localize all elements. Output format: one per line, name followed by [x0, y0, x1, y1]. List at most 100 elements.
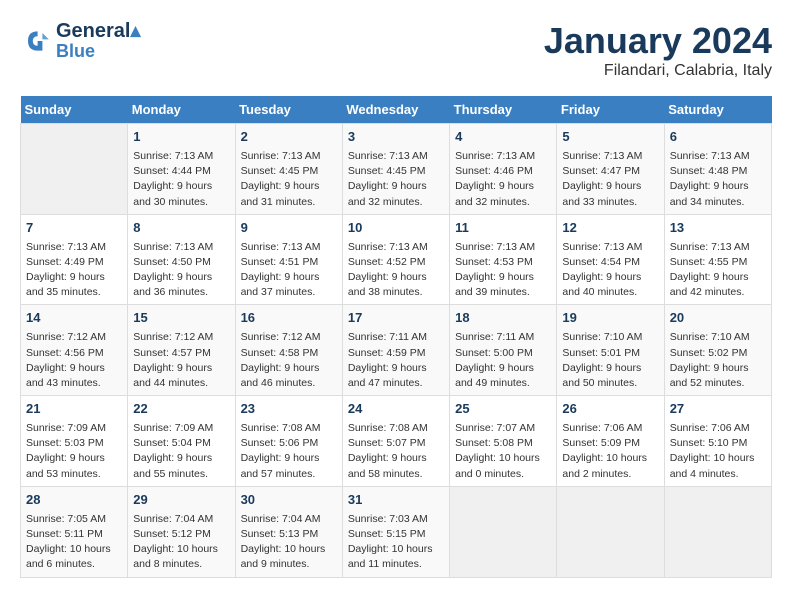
day-info: Sunrise: 7:13 AM Sunset: 4:50 PM Dayligh… [133, 240, 229, 301]
calendar-cell: 19Sunrise: 7:10 AM Sunset: 5:01 PM Dayli… [557, 305, 664, 396]
page-header: General▴ Blue January 2024 Filandari, Ca… [20, 20, 772, 80]
calendar-cell: 2 Sunrise: 7:13 AM Sunset: 4:45 PM Daylig… [235, 124, 342, 215]
calendar-cell: 31 Sunrise: 7:03 AM Sunset: 5:15 PM Dayli… [342, 486, 449, 577]
day-info: Sunrise: 7:13 AM Sunset: 4:45 PM Dayligh… [348, 149, 444, 210]
calendar-cell: 29 Sunrise: 7:04 AM Sunset: 5:12 PM Dayli… [128, 486, 235, 577]
calendar-cell: 23 Sunrise: 7:08 AM Sunset: 5:06 PM Dayli… [235, 396, 342, 487]
weekday-header-tuesday: Tuesday [235, 96, 342, 124]
day-info: Sunrise: 7:10 AM Sunset: 5:02 PM Dayligh… [670, 330, 766, 391]
day-info: Sunrise: 7:08 AM Sunset: 5:06 PM Dayligh… [241, 421, 337, 482]
day-info: Sunrise: 7:11 AM Sunset: 4:59 PM Dayligh… [348, 330, 444, 391]
day-number: 25 [455, 400, 551, 419]
calendar-cell: 10 Sunrise: 7:13 AM Sunset: 4:52 PM Dayli… [342, 214, 449, 305]
day-info: Sunrise: 7:12 AM Sunset: 4:57 PM Dayligh… [133, 330, 229, 391]
calendar-cell: 27 Sunrise: 7:06 AM Sunset: 5:10 PM Dayli… [664, 396, 771, 487]
day-number: 14 [26, 309, 122, 328]
calendar-cell: 17Sunrise: 7:11 AM Sunset: 4:59 PM Dayli… [342, 305, 449, 396]
day-info: Sunrise: 7:09 AM Sunset: 5:04 PM Dayligh… [133, 421, 229, 482]
weekday-header-friday: Friday [557, 96, 664, 124]
weekday-header-wednesday: Wednesday [342, 96, 449, 124]
calendar-week-1: 1Sunrise: 7:13 AM Sunset: 4:44 PM Daylig… [21, 124, 772, 215]
day-number: 20 [670, 309, 766, 328]
day-number: 16 [241, 309, 337, 328]
calendar-week-4: 21 Sunrise: 7:09 AM Sunset: 5:03 PM Dayli… [21, 396, 772, 487]
day-info: Sunrise: 7:13 AM Sunset: 4:53 PM Dayligh… [455, 240, 551, 301]
calendar-cell: 3Sunrise: 7:13 AM Sunset: 4:45 PM Daylig… [342, 124, 449, 215]
calendar-cell: 5 Sunrise: 7:13 AM Sunset: 4:47 PM Daylig… [557, 124, 664, 215]
day-number: 18 [455, 309, 551, 328]
day-number: 29 [133, 491, 229, 510]
logo-text: General▴ Blue [56, 20, 141, 62]
calendar-cell: 21 Sunrise: 7:09 AM Sunset: 5:03 PM Dayli… [21, 396, 128, 487]
calendar-cell: 12 Sunrise: 7:13 AM Sunset: 4:54 PM Dayli… [557, 214, 664, 305]
day-info: Sunrise: 7:04 AM Sunset: 5:12 PM Dayligh… [133, 512, 229, 573]
day-number: 26 [562, 400, 658, 419]
day-number: 21 [26, 400, 122, 419]
day-info: Sunrise: 7:13 AM Sunset: 4:45 PM Dayligh… [241, 149, 337, 210]
day-number: 30 [241, 491, 337, 510]
day-info: Sunrise: 7:09 AM Sunset: 5:03 PM Dayligh… [26, 421, 122, 482]
day-number: 12 [562, 219, 658, 238]
calendar-cell: 13Sunrise: 7:13 AM Sunset: 4:55 PM Dayli… [664, 214, 771, 305]
calendar-cell [664, 486, 771, 577]
calendar-cell: 26Sunrise: 7:06 AM Sunset: 5:09 PM Dayli… [557, 396, 664, 487]
day-number: 24 [348, 400, 444, 419]
logo: General▴ Blue [20, 20, 141, 62]
calendar-cell: 20 Sunrise: 7:10 AM Sunset: 5:02 PM Dayli… [664, 305, 771, 396]
day-number: 15 [133, 309, 229, 328]
day-info: Sunrise: 7:13 AM Sunset: 4:49 PM Dayligh… [26, 240, 122, 301]
day-info: Sunrise: 7:05 AM Sunset: 5:11 PM Dayligh… [26, 512, 122, 573]
day-info: Sunrise: 7:12 AM Sunset: 4:56 PM Dayligh… [26, 330, 122, 391]
calendar-cell: 18 Sunrise: 7:11 AM Sunset: 5:00 PM Dayli… [450, 305, 557, 396]
day-info: Sunrise: 7:03 AM Sunset: 5:15 PM Dayligh… [348, 512, 444, 573]
calendar-cell [450, 486, 557, 577]
day-info: Sunrise: 7:07 AM Sunset: 5:08 PM Dayligh… [455, 421, 551, 482]
calendar-cell: 1Sunrise: 7:13 AM Sunset: 4:44 PM Daylig… [128, 124, 235, 215]
day-number: 4 [455, 128, 551, 147]
day-number: 27 [670, 400, 766, 419]
title-block: January 2024 Filandari, Calabria, Italy [544, 20, 772, 80]
day-number: 7 [26, 219, 122, 238]
day-info: Sunrise: 7:06 AM Sunset: 5:10 PM Dayligh… [670, 421, 766, 482]
day-number: 11 [455, 219, 551, 238]
weekday-header-saturday: Saturday [664, 96, 771, 124]
calendar-week-3: 14 Sunrise: 7:12 AM Sunset: 4:56 PM Dayli… [21, 305, 772, 396]
month-title: January 2024 [544, 20, 772, 62]
day-info: Sunrise: 7:13 AM Sunset: 4:48 PM Dayligh… [670, 149, 766, 210]
day-number: 5 [562, 128, 658, 147]
day-number: 6 [670, 128, 766, 147]
location-title: Filandari, Calabria, Italy [544, 62, 772, 80]
calendar-cell: 25 Sunrise: 7:07 AM Sunset: 5:08 PM Dayli… [450, 396, 557, 487]
day-number: 10 [348, 219, 444, 238]
calendar-cell [557, 486, 664, 577]
calendar-cell: 16Sunrise: 7:12 AM Sunset: 4:58 PM Dayli… [235, 305, 342, 396]
day-info: Sunrise: 7:04 AM Sunset: 5:13 PM Dayligh… [241, 512, 337, 573]
calendar-cell: 4 Sunrise: 7:13 AM Sunset: 4:46 PM Daylig… [450, 124, 557, 215]
calendar-cell: 15 Sunrise: 7:12 AM Sunset: 4:57 PM Dayli… [128, 305, 235, 396]
day-info: Sunrise: 7:13 AM Sunset: 4:54 PM Dayligh… [562, 240, 658, 301]
logo-icon [20, 25, 52, 57]
day-info: Sunrise: 7:13 AM Sunset: 4:47 PM Dayligh… [562, 149, 658, 210]
calendar-week-2: 7 Sunrise: 7:13 AM Sunset: 4:49 PM Daylig… [21, 214, 772, 305]
calendar-cell: 11 Sunrise: 7:13 AM Sunset: 4:53 PM Dayli… [450, 214, 557, 305]
day-number: 31 [348, 491, 444, 510]
calendar-cell: 30 Sunrise: 7:04 AM Sunset: 5:13 PM Dayli… [235, 486, 342, 577]
day-number: 2 [241, 128, 337, 147]
day-info: Sunrise: 7:10 AM Sunset: 5:01 PM Dayligh… [562, 330, 658, 391]
calendar-cell: 14 Sunrise: 7:12 AM Sunset: 4:56 PM Dayli… [21, 305, 128, 396]
weekday-header-monday: Monday [128, 96, 235, 124]
calendar-body: 1Sunrise: 7:13 AM Sunset: 4:44 PM Daylig… [21, 124, 772, 578]
calendar-week-5: 28Sunrise: 7:05 AM Sunset: 5:11 PM Dayli… [21, 486, 772, 577]
day-number: 22 [133, 400, 229, 419]
day-info: Sunrise: 7:13 AM Sunset: 4:52 PM Dayligh… [348, 240, 444, 301]
day-number: 9 [241, 219, 337, 238]
day-info: Sunrise: 7:08 AM Sunset: 5:07 PM Dayligh… [348, 421, 444, 482]
day-number: 23 [241, 400, 337, 419]
day-number: 8 [133, 219, 229, 238]
day-info: Sunrise: 7:11 AM Sunset: 5:00 PM Dayligh… [455, 330, 551, 391]
calendar-cell: 6 Sunrise: 7:13 AM Sunset: 4:48 PM Daylig… [664, 124, 771, 215]
calendar-cell: 7 Sunrise: 7:13 AM Sunset: 4:49 PM Daylig… [21, 214, 128, 305]
weekday-header-sunday: Sunday [21, 96, 128, 124]
day-info: Sunrise: 7:13 AM Sunset: 4:46 PM Dayligh… [455, 149, 551, 210]
weekday-header-row: SundayMondayTuesdayWednesdayThursdayFrid… [21, 96, 772, 124]
